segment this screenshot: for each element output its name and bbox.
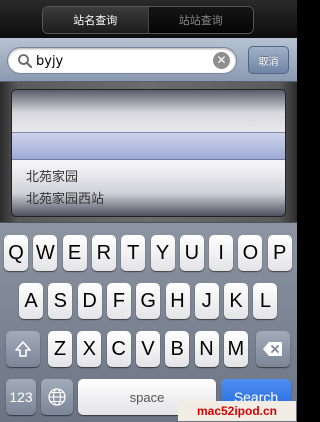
numbers-key[interactable]: 123 [6, 379, 36, 415]
picker-wheel[interactable]: 北苑家园 北苑家园西站 [11, 89, 286, 217]
key-f[interactable]: F [106, 283, 131, 319]
key-x[interactable]: X [77, 331, 102, 367]
results-picker: 北苑家园 北苑家园西站 [0, 82, 297, 222]
key-z[interactable]: Z [48, 331, 72, 367]
picker-item[interactable]: 北苑家园 [26, 166, 78, 185]
key-p[interactable]: P [267, 235, 292, 271]
tab-station-to-station[interactable]: 站站查询 [147, 7, 253, 33]
key-m[interactable]: M [223, 331, 248, 367]
key-a[interactable]: A [19, 283, 43, 319]
search-bar: ✕ 取消 [0, 38, 297, 82]
key-v[interactable]: V [135, 331, 160, 367]
key-t[interactable]: T [121, 235, 146, 271]
key-k[interactable]: K [224, 283, 249, 319]
key-q[interactable]: Q [4, 235, 28, 271]
key-w[interactable]: W [33, 235, 58, 271]
backspace-icon [263, 342, 282, 356]
tab-station-name[interactable]: 站名查询 [43, 7, 148, 33]
globe-icon [48, 388, 66, 406]
key-b[interactable]: B [165, 331, 190, 367]
search-icon [18, 54, 33, 69]
key-j[interactable]: J [194, 283, 219, 319]
key-e[interactable]: E [62, 235, 87, 271]
key-y[interactable]: Y [150, 235, 175, 271]
cancel-button[interactable]: 取消 [248, 46, 289, 74]
top-bar: 站名查询 站站查询 [0, 0, 297, 38]
key-n[interactable]: N [194, 331, 219, 367]
watermark: mac52ipod.cn [178, 401, 296, 421]
backspace-key[interactable] [256, 331, 290, 367]
key-r[interactable]: R [91, 235, 116, 271]
key-l[interactable]: L [253, 283, 278, 319]
key-s[interactable]: S [48, 283, 73, 319]
picker-item[interactable]: 北苑家园西站 [26, 188, 104, 207]
key-u[interactable]: U [179, 235, 204, 271]
keyboard: QWERTYUIOP ASDFGHJKL ZXCVBNM 123 space S… [0, 222, 297, 422]
key-h[interactable]: H [165, 283, 190, 319]
segmented-control: 站名查询 站站查询 [42, 6, 254, 34]
clear-icon[interactable]: ✕ [213, 52, 230, 69]
key-c[interactable]: C [106, 331, 131, 367]
picker-selection-band [12, 132, 285, 160]
key-o[interactable]: O [238, 235, 263, 271]
shift-arrow-icon [15, 341, 31, 357]
search-field[interactable]: ✕ [7, 47, 237, 74]
key-d[interactable]: D [77, 283, 102, 319]
key-i[interactable]: I [209, 235, 234, 271]
shift-key[interactable] [6, 331, 40, 367]
key-g[interactable]: G [136, 283, 161, 319]
search-input[interactable] [36, 51, 206, 71]
globe-key[interactable] [41, 379, 73, 415]
